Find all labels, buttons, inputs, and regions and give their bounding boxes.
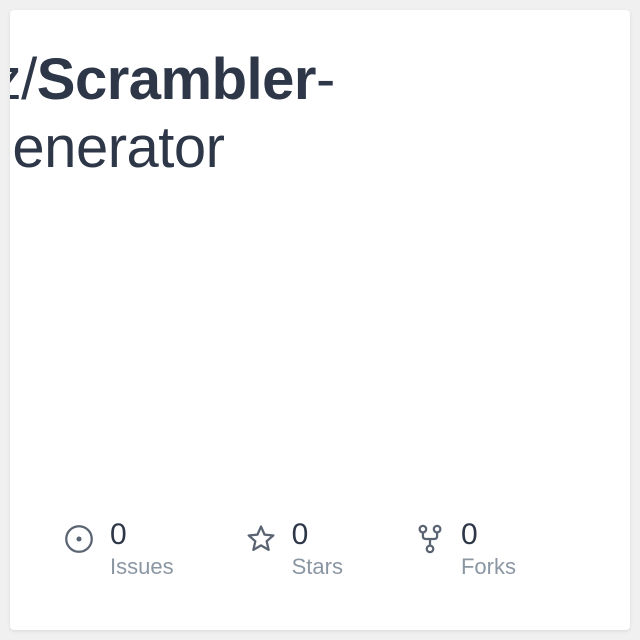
forks-text: 0 Forks [461, 520, 516, 578]
issues-icon [62, 522, 96, 556]
owner-fragment: inzz [10, 47, 21, 112]
stars-label: Stars [292, 556, 343, 578]
repo-name-trail-1: - [316, 47, 335, 112]
repo-title-block: inzz/Scrambler- rd-Generator [10, 10, 630, 183]
stars-count: 0 [292, 520, 343, 550]
repo-name-bold-1: Scrambler [37, 47, 316, 112]
forks-count: 0 [461, 520, 516, 550]
repo-card: inzz/Scrambler- rd-Generator 0 Issues [10, 10, 630, 630]
repo-title-line-2: rd-Generator [10, 114, 630, 182]
issues-stat[interactable]: 0 Issues [62, 520, 174, 578]
repo-stats-row: 0 Issues 0 Stars [10, 520, 630, 578]
issues-text: 0 Issues [110, 520, 174, 578]
forks-label: Forks [461, 556, 516, 578]
owner-repo-separator: / [21, 47, 37, 112]
forks-stat[interactable]: 0 Forks [413, 520, 516, 578]
repo-title[interactable]: inzz/Scrambler- rd-Generator [10, 46, 630, 183]
issues-count: 0 [110, 520, 174, 550]
star-icon [244, 522, 278, 556]
stars-stat[interactable]: 0 Stars [244, 520, 343, 578]
issues-label: Issues [110, 556, 174, 578]
repo-title-line-1: inzz/Scrambler- [10, 46, 630, 114]
fork-icon [413, 522, 447, 556]
stars-text: 0 Stars [292, 520, 343, 578]
repo-name-rest-2: -Generator [10, 115, 224, 180]
